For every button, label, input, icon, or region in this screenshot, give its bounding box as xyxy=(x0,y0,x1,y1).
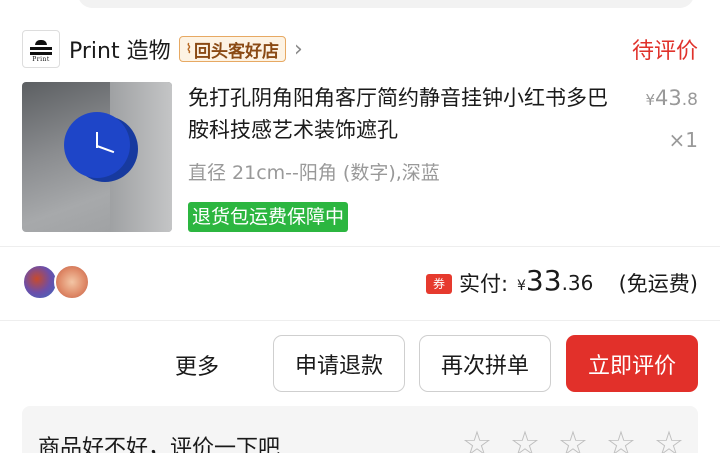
store-badge-label: 回头客好店 xyxy=(193,41,279,62)
store-logo: Print xyxy=(22,30,60,68)
logo-text: Print xyxy=(32,55,50,63)
ladder-icon: ⌇ xyxy=(185,41,192,57)
paid-amount: ¥33.36 xyxy=(517,264,594,297)
star-rating[interactable]: ☆ ☆ ☆ ☆ ☆ xyxy=(458,426,688,453)
star-icon[interactable]: ☆ xyxy=(554,426,592,453)
product-row[interactable]: 免打孔阴角阳角客厅简约静音挂钟小红书多巴胺科技感艺术装饰遮孔 ¥43.8 ×1 … xyxy=(22,82,698,234)
star-icon[interactable]: ☆ xyxy=(506,426,544,453)
store-badge: ⌇ 回头客好店 xyxy=(178,36,286,62)
payment-row: 券 实付: ¥33.36 (免运费) xyxy=(22,262,698,306)
review-now-button[interactable]: 立即评价 xyxy=(566,335,698,392)
product-price: ¥43.8 xyxy=(645,86,698,110)
star-icon[interactable]: ☆ xyxy=(650,426,688,453)
avatar xyxy=(54,264,90,300)
star-icon[interactable]: ☆ xyxy=(602,426,640,453)
action-row: 更多 申请退款 再次拼单 立即评价 xyxy=(0,335,720,393)
paid-label: 实付: xyxy=(459,272,509,296)
chevron-right-icon[interactable]: › xyxy=(294,37,303,62)
star-icon[interactable]: ☆ xyxy=(458,426,496,453)
product-title[interactable]: 免打孔阴角阳角客厅简约静音挂钟小红书多巴胺科技感艺术装饰遮孔 xyxy=(188,82,608,146)
divider xyxy=(0,246,720,247)
review-box[interactable]: 商品好不好，评价一下吧 ☆ ☆ ☆ ☆ ☆ xyxy=(22,406,698,453)
logo-mark-icon xyxy=(30,36,52,56)
top-strip xyxy=(0,0,720,12)
coupon-icon: 券 xyxy=(426,274,452,294)
product-variant: 直径 21cm--阳角 (数字),深蓝 xyxy=(188,162,440,184)
product-thumbnail[interactable] xyxy=(22,82,172,232)
more-button[interactable]: 更多 xyxy=(175,349,219,381)
review-prompt: 商品好不好，评价一下吧 xyxy=(38,436,281,453)
search-bar-remnant[interactable] xyxy=(78,0,694,8)
product-quantity: ×1 xyxy=(668,128,698,152)
store-header[interactable]: Print Print 造物 ⌇ 回头客好店 › 待评价 xyxy=(22,28,698,70)
divider xyxy=(0,320,720,321)
shipping-note: (免运费) xyxy=(618,272,698,296)
refund-button[interactable]: 申请退款 xyxy=(273,335,405,392)
return-shipping-badge: 退货包运费保障中 xyxy=(188,202,349,232)
store-name[interactable]: Print 造物 xyxy=(69,33,171,65)
avatar xyxy=(22,264,58,300)
reorder-button[interactable]: 再次拼单 xyxy=(419,335,551,392)
order-status: 待评价 xyxy=(631,39,698,64)
